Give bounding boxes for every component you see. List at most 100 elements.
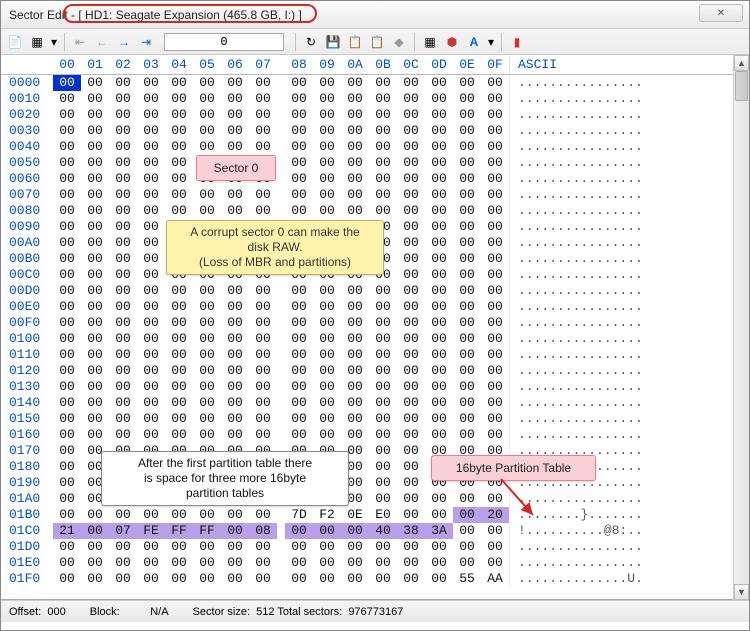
hex-byte[interactable]: 00 xyxy=(249,91,277,107)
hex-byte[interactable]: 00 xyxy=(165,571,193,587)
hex-byte[interactable]: 00 xyxy=(341,443,369,459)
hex-byte[interactable]: 00 xyxy=(341,75,369,91)
hex-row[interactable]: 018000000000000000000000000000000000....… xyxy=(9,459,749,475)
hex-row[interactable]: 000000000000000000000000000000000000....… xyxy=(9,75,749,91)
hex-button[interactable]: ⬢ xyxy=(442,32,462,52)
hex-byte[interactable]: 00 xyxy=(81,75,109,91)
hex-byte[interactable]: 00 xyxy=(221,475,249,491)
hex-byte[interactable]: 00 xyxy=(313,155,341,171)
hex-byte[interactable]: 00 xyxy=(53,507,81,523)
hex-byte[interactable]: 00 xyxy=(249,267,277,283)
hex-byte[interactable]: 00 xyxy=(249,235,277,251)
hex-byte[interactable]: 00 xyxy=(313,443,341,459)
hex-byte[interactable]: 00 xyxy=(285,267,313,283)
scroll-thumb[interactable] xyxy=(735,71,748,101)
hex-byte[interactable]: 3A xyxy=(425,523,453,539)
hex-byte[interactable]: 00 xyxy=(425,427,453,443)
hex-byte[interactable]: 00 xyxy=(341,523,369,539)
hex-row[interactable]: 014000000000000000000000000000000000....… xyxy=(9,395,749,411)
hex-byte[interactable]: 00 xyxy=(313,379,341,395)
hex-body[interactable]: 000000000000000000000000000000000000....… xyxy=(1,75,749,599)
sector-number-input[interactable] xyxy=(164,33,284,51)
hex-byte[interactable]: 00 xyxy=(193,267,221,283)
hex-byte[interactable]: 00 xyxy=(165,91,193,107)
hex-byte[interactable]: 00 xyxy=(249,507,277,523)
hex-byte[interactable]: 00 xyxy=(81,235,109,251)
hex-byte[interactable]: 00 xyxy=(397,299,425,315)
hex-byte[interactable]: 00 xyxy=(249,203,277,219)
hex-byte[interactable]: 00 xyxy=(481,123,509,139)
hex-byte[interactable]: 00 xyxy=(285,395,313,411)
hex-byte[interactable]: 00 xyxy=(481,523,509,539)
hex-row[interactable]: 017000000000000000000000000000000000....… xyxy=(9,443,749,459)
hex-byte[interactable]: 00 xyxy=(453,123,481,139)
hex-byte[interactable]: 00 xyxy=(369,379,397,395)
hex-byte[interactable]: 00 xyxy=(165,235,193,251)
hex-byte[interactable]: FE xyxy=(137,523,165,539)
hex-byte[interactable]: 00 xyxy=(109,411,137,427)
hex-byte[interactable]: 00 xyxy=(285,491,313,507)
hex-byte[interactable]: 00 xyxy=(285,251,313,267)
hex-byte[interactable]: 00 xyxy=(53,283,81,299)
hex-row[interactable]: 016000000000000000000000000000000000....… xyxy=(9,427,749,443)
hex-byte[interactable]: 07 xyxy=(109,523,137,539)
hex-byte[interactable]: 00 xyxy=(313,203,341,219)
hex-byte[interactable]: 00 xyxy=(249,219,277,235)
hex-row[interactable]: 012000000000000000000000000000000000....… xyxy=(9,363,749,379)
hex-byte[interactable]: 00 xyxy=(341,251,369,267)
hex-byte[interactable]: 00 xyxy=(313,107,341,123)
hex-byte[interactable]: 00 xyxy=(53,315,81,331)
hex-byte[interactable]: 00 xyxy=(481,203,509,219)
hex-byte[interactable]: 00 xyxy=(81,443,109,459)
hex-byte[interactable]: 00 xyxy=(81,475,109,491)
hex-byte[interactable]: 00 xyxy=(137,91,165,107)
hex-byte[interactable]: 00 xyxy=(453,75,481,91)
hex-byte[interactable]: 00 xyxy=(165,139,193,155)
hex-byte[interactable]: 00 xyxy=(53,251,81,267)
hex-byte[interactable]: 00 xyxy=(193,155,221,171)
hex-byte[interactable]: 00 xyxy=(313,395,341,411)
hex-byte[interactable]: 00 xyxy=(193,203,221,219)
hex-byte[interactable]: 00 xyxy=(249,331,277,347)
hex-byte[interactable]: 00 xyxy=(397,123,425,139)
hex-byte[interactable]: 00 xyxy=(81,507,109,523)
hex-byte[interactable]: 00 xyxy=(425,171,453,187)
hex-byte[interactable]: 00 xyxy=(397,91,425,107)
hex-byte[interactable]: 00 xyxy=(453,203,481,219)
hex-byte[interactable]: 00 xyxy=(137,155,165,171)
hex-byte[interactable]: 00 xyxy=(397,107,425,123)
hex-byte[interactable]: 00 xyxy=(193,331,221,347)
hex-byte[interactable]: 00 xyxy=(313,491,341,507)
hex-byte[interactable]: 00 xyxy=(193,283,221,299)
hex-byte[interactable]: 00 xyxy=(313,459,341,475)
hex-byte[interactable]: 00 xyxy=(81,91,109,107)
hex-byte[interactable]: 00 xyxy=(249,75,277,91)
hex-byte[interactable]: 00 xyxy=(193,555,221,571)
hex-byte[interactable]: 00 xyxy=(481,331,509,347)
hex-byte[interactable]: 00 xyxy=(109,379,137,395)
hex-byte[interactable]: 00 xyxy=(165,267,193,283)
hex-byte[interactable]: 00 xyxy=(341,331,369,347)
hex-byte[interactable]: 00 xyxy=(313,235,341,251)
hex-byte[interactable]: 00 xyxy=(313,523,341,539)
hex-byte[interactable]: 00 xyxy=(425,539,453,555)
refresh-button[interactable]: ↻ xyxy=(301,32,321,52)
hex-byte[interactable]: 00 xyxy=(453,539,481,555)
hex-byte[interactable]: 00 xyxy=(285,235,313,251)
hex-byte[interactable]: 00 xyxy=(397,315,425,331)
hex-byte[interactable]: 00 xyxy=(53,107,81,123)
new-icon[interactable]: 📄 xyxy=(5,32,25,52)
hex-byte[interactable]: 00 xyxy=(481,443,509,459)
hex-byte[interactable]: 00 xyxy=(81,123,109,139)
hex-byte[interactable]: 00 xyxy=(425,363,453,379)
hex-byte[interactable]: 00 xyxy=(193,171,221,187)
hex-byte[interactable]: 00 xyxy=(341,395,369,411)
hex-byte[interactable]: 00 xyxy=(165,123,193,139)
hex-byte[interactable]: 00 xyxy=(221,107,249,123)
hex-byte[interactable]: 00 xyxy=(369,459,397,475)
hex-byte[interactable]: 00 xyxy=(425,475,453,491)
hex-byte[interactable]: 00 xyxy=(313,299,341,315)
scroll-down-button[interactable]: ▼ xyxy=(734,584,749,600)
hex-byte[interactable]: 00 xyxy=(81,379,109,395)
hex-row[interactable]: 01E000000000000000000000000000000000....… xyxy=(9,555,749,571)
